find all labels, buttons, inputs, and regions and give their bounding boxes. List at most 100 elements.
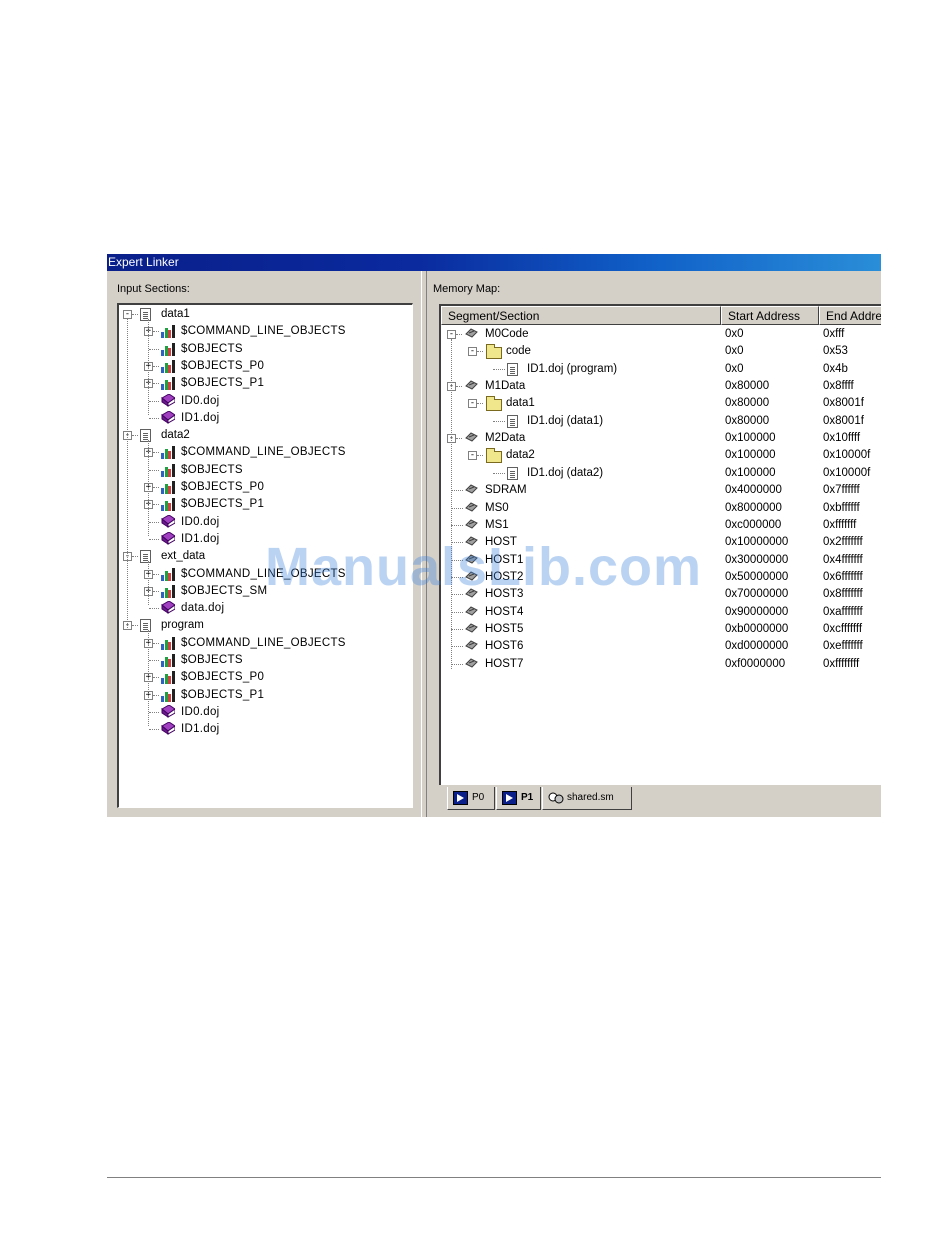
tree-item-label: ID0.doj [181, 394, 220, 407]
watermark: ManualsLib.com [265, 537, 703, 597]
table-row[interactable]: - M1Data 0x80000 0x8ffff [441, 378, 881, 395]
table-row[interactable]: MS0 0x8000000 0xbffffff [441, 500, 881, 517]
tree-group-0[interactable]: - data1 [119, 306, 409, 323]
book-icon [161, 410, 175, 424]
tree-group-1[interactable]: - data2 [119, 427, 409, 444]
tree-item[interactable]: + $COMMAND_LINE_OBJECTS [119, 444, 409, 461]
tree-item[interactable]: + $OBJECTS_P1 [119, 375, 409, 392]
tree-item[interactable]: + $OBJECTS_P1 [119, 496, 409, 513]
segment-name: MS0 [485, 501, 509, 514]
tree-item[interactable]: ID1.doj [119, 721, 409, 738]
play-icon [453, 791, 468, 805]
tree-item[interactable]: + $OBJECTS_P0 [119, 358, 409, 375]
table-row[interactable]: HOST5 0xb0000000 0xcfffffff [441, 621, 881, 638]
footer-rule [107, 1177, 881, 1178]
collapse-icon[interactable]: - [468, 451, 477, 461]
start-address: 0xb0000000 [725, 622, 789, 635]
start-address: 0x8000000 [725, 501, 782, 514]
end-address: 0xffffffff [823, 657, 860, 670]
table-row[interactable]: - data2 0x100000 0x10000f [441, 447, 881, 464]
tree-connector [149, 711, 159, 713]
table-row[interactable]: - M0Code 0x0 0xfff [441, 326, 881, 343]
bars-icon [161, 584, 175, 598]
bars-icon [161, 342, 175, 356]
tree-item[interactable]: $OBJECTS [119, 462, 409, 479]
tree-item-label: $OBJECTS_P1 [181, 498, 265, 511]
tree-connector [493, 420, 505, 422]
bars-icon [161, 688, 175, 702]
segment-name: code [506, 345, 531, 358]
collapse-icon[interactable]: - [123, 310, 132, 319]
tree-group-label: ext_data [161, 550, 206, 563]
tree-item[interactable]: + $OBJECTS_P0 [119, 479, 409, 496]
segment-name: ID1.doj (data2) [527, 466, 604, 479]
collapse-icon[interactable]: - [447, 330, 456, 339]
tab-p0[interactable]: P0 [447, 787, 495, 810]
tree-item[interactable]: $OBJECTS [119, 652, 409, 669]
tree-item-label: $OBJECTS_P0 [181, 359, 265, 372]
tree-connector [153, 504, 159, 506]
tree-item[interactable]: data.doj [119, 600, 409, 617]
table-row[interactable]: HOST4 0x90000000 0xafffffff [441, 604, 881, 621]
tree-item[interactable]: + $OBJECTS_P1 [119, 687, 409, 704]
tree-item[interactable]: ID0.doj [119, 514, 409, 531]
table-row[interactable]: MS1 0xc000000 0xfffffff [441, 517, 881, 534]
collapse-icon[interactable]: - [468, 399, 477, 409]
book-icon [161, 722, 175, 736]
table-row[interactable]: ID1.doj (data1) 0x80000 0x8001f [441, 413, 881, 430]
start-address: 0xf0000000 [725, 657, 786, 670]
tab-shared-sm[interactable]: shared.sm [542, 787, 632, 810]
end-address: 0x53 [823, 345, 848, 358]
start-address: 0x4000000 [725, 484, 782, 497]
table-row[interactable]: - code 0x0 0x53 [441, 343, 881, 360]
bars-icon [161, 670, 175, 685]
collapse-icon[interactable]: - [468, 347, 477, 357]
tab-p1[interactable]: P1 [496, 787, 541, 810]
table-row[interactable]: ID1.doj (data2) 0x100000 0x10000f [441, 465, 881, 482]
start-address: 0x80000 [725, 414, 770, 427]
tree-item[interactable]: ID1.doj [119, 410, 409, 427]
segment-name: HOST5 [485, 622, 524, 635]
segment-icon [465, 519, 478, 529]
tree-item-label: $OBJECTS [181, 654, 243, 666]
folder-icon [486, 448, 502, 464]
end-address: 0xfff [823, 328, 845, 340]
table-row[interactable]: ID1.doj (program) 0x0 0x4b [441, 361, 881, 378]
column-header-end-address[interactable]: End Address [819, 306, 881, 325]
table-row[interactable]: - data1 0x80000 0x8001f [441, 395, 881, 412]
start-address: 0x0 [725, 328, 744, 340]
tree-item-label: $OBJECTS_P1 [181, 377, 265, 390]
tree-connector [493, 472, 505, 474]
title-bar[interactable]: Expert Linker [107, 254, 881, 271]
tree-item-label: data.doj [181, 602, 225, 615]
tree-item[interactable]: + $OBJECTS_P0 [119, 669, 409, 686]
page-icon [507, 414, 518, 428]
tree-item[interactable]: + $COMMAND_LINE_OBJECTS [119, 635, 409, 652]
start-address: 0x100000 [725, 449, 776, 462]
tree-connector [148, 630, 149, 727]
tree-connector [153, 452, 159, 454]
table-row[interactable]: HOST6 0xd0000000 0xefffffff [441, 638, 881, 655]
end-address: 0xafffffff [823, 605, 863, 618]
column-header-start-address[interactable]: Start Address [721, 306, 819, 325]
segment-name: data1 [506, 397, 535, 410]
tree-item[interactable]: $OBJECTS [119, 341, 409, 358]
bars-icon [161, 376, 175, 391]
table-row[interactable]: SDRAM 0x4000000 0x7ffffff [441, 482, 881, 499]
tree-connector [153, 590, 159, 592]
tree-connector [451, 663, 463, 665]
tree-group-3[interactable]: - program [119, 617, 409, 634]
table-row[interactable]: HOST7 0xf0000000 0xffffffff [441, 656, 881, 673]
table-row[interactable]: - M2Data 0x100000 0x10ffff [441, 430, 881, 447]
tree-item[interactable]: + $COMMAND_LINE_OBJECTS [119, 323, 409, 340]
tree-item[interactable]: ID0.doj [119, 393, 409, 410]
play-icon [502, 791, 517, 805]
tree-item[interactable]: ID0.doj [119, 704, 409, 721]
start-address: 0x0 [725, 345, 744, 358]
end-address: 0xcfffffff [823, 622, 863, 635]
end-address: 0x8ffff [823, 380, 854, 393]
tree-connector [132, 556, 138, 558]
book-icon [161, 601, 175, 615]
column-header-segment[interactable]: Segment/Section [441, 306, 721, 325]
tree-connector [149, 660, 159, 661]
